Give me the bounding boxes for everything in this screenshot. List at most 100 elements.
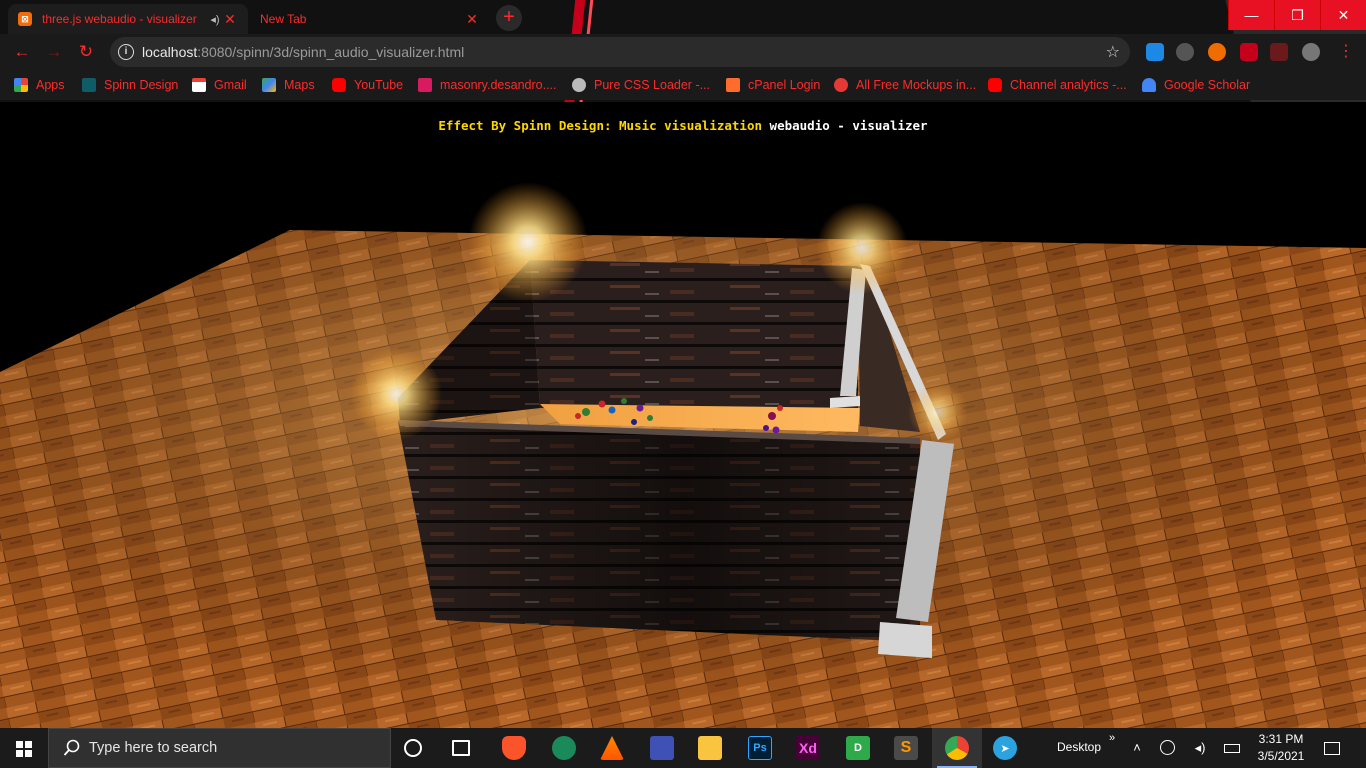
- site-info-icon[interactable]: i: [118, 44, 134, 60]
- masonry-icon: [418, 78, 432, 92]
- mockups-icon: [834, 78, 848, 92]
- bookmark-maps[interactable]: Maps: [262, 76, 315, 94]
- bookmark-label: Apps: [36, 78, 65, 92]
- url-host: localhost: [142, 44, 198, 60]
- network-globe-icon[interactable]: [1160, 740, 1175, 755]
- youtube-icon: [988, 78, 1002, 92]
- network-icon[interactable]: [650, 736, 674, 760]
- tab-new-tab[interactable]: New Tab ✕: [250, 4, 490, 34]
- taskbar-search-box[interactable]: Type here to search: [48, 728, 391, 768]
- pillar-base: [878, 622, 932, 658]
- volume-icon[interactable]: ◂): [1192, 740, 1208, 756]
- bookmark-label: Channel analytics -...: [1010, 78, 1127, 92]
- extension-icon[interactable]: [1146, 43, 1164, 61]
- reading-list-icon[interactable]: [1270, 43, 1288, 61]
- bookmark-star-icon[interactable]: ☆: [1106, 42, 1120, 62]
- desktop-toolbar[interactable]: Desktop: [1057, 740, 1101, 754]
- vlc-icon[interactable]: [600, 736, 624, 760]
- profile-avatar-icon[interactable]: [1302, 43, 1320, 61]
- restore-button[interactable]: ❐: [1274, 0, 1320, 30]
- puzzle-extensions-icon[interactable]: [1240, 43, 1258, 61]
- bookmark-label: Spinn Design: [104, 78, 179, 92]
- minimize-button[interactable]: —: [1228, 0, 1274, 30]
- search-placeholder: Type here to search: [89, 740, 218, 756]
- speaker-icon[interactable]: ◂): [208, 13, 222, 26]
- extension-icon[interactable]: [1176, 43, 1194, 61]
- clock-date: 3/5/2021: [1257, 749, 1305, 763]
- clock-time: 3:31 PM: [1258, 732, 1304, 746]
- clock[interactable]: 3:31 PM 3/5/2021: [1244, 731, 1318, 765]
- loader-icon: [572, 78, 586, 92]
- gmail-icon: [192, 78, 206, 92]
- cpanel-icon: [726, 78, 740, 92]
- xampp-favicon-icon: ⊠: [18, 12, 32, 26]
- search-icon: [63, 739, 80, 756]
- close-window-button[interactable]: ✕: [1320, 0, 1366, 30]
- bookmark-youtube[interactable]: YouTube: [332, 76, 403, 94]
- bookmark-label: Google Scholar: [1164, 78, 1251, 92]
- adobe-xd-icon[interactable]: Xd: [796, 736, 820, 760]
- screen: ⊠ three.js webaudio - visualizer ◂) ✕ Ne…: [0, 0, 1366, 768]
- scholar-icon: [1142, 78, 1156, 92]
- spinn-icon: [82, 78, 96, 92]
- windows-logo-icon: [16, 741, 32, 757]
- bookmark-cpanel[interactable]: cPanel Login: [726, 76, 820, 94]
- atom-icon[interactable]: [552, 736, 576, 760]
- battery-icon[interactable]: [1224, 744, 1240, 753]
- cortana-icon[interactable]: [404, 739, 422, 757]
- bookmark-masonry[interactable]: masonry.desandro....: [418, 76, 557, 94]
- tab-visualizer[interactable]: ⊠ three.js webaudio - visualizer ◂) ✕: [8, 4, 248, 34]
- webgl-canvas[interactable]: Effect By Spinn Design: Music visualizat…: [0, 102, 1366, 728]
- youtube-icon: [332, 78, 346, 92]
- bookmark-mockups[interactable]: All Free Mockups in...: [834, 76, 976, 94]
- bookmark-css-loader[interactable]: Pure CSS Loader -...: [572, 76, 710, 94]
- menu-dots-icon[interactable]: ⋮: [1336, 42, 1356, 62]
- chrome-icon[interactable]: [945, 736, 969, 760]
- url-path: :8080/spinn/3d/spinn_audio_visualizer.ht…: [197, 44, 465, 60]
- task-view-icon[interactable]: [452, 740, 470, 756]
- windows-taskbar: Type here to search Ps Xd D S ➤ Desktop …: [0, 728, 1366, 768]
- bookmark-label: All Free Mockups in...: [856, 78, 977, 92]
- bookmark-apps[interactable]: Apps: [14, 76, 65, 94]
- photoshop-icon[interactable]: Ps: [748, 736, 772, 760]
- duckduckgo-icon[interactable]: [1208, 43, 1226, 61]
- bookmarks-bar: Apps Spinn Design Gmail Maps YouTube mas…: [0, 70, 1366, 100]
- brave-icon[interactable]: [502, 736, 526, 760]
- back-wall: [530, 260, 858, 410]
- sublime-icon[interactable]: S: [894, 736, 918, 760]
- forward-arrow-icon[interactable]: →: [44, 42, 64, 62]
- caption-title: webaudio - visualizer: [769, 118, 928, 133]
- back-arrow-icon[interactable]: ←: [12, 42, 32, 62]
- browser-toolbar: ← → ↻ i localhost:8080/spinn/3d/spinn_au…: [0, 34, 1366, 70]
- browser-chrome: ⊠ three.js webaudio - visualizer ◂) ✕ Ne…: [0, 0, 1366, 102]
- bookmark-channel-analytics[interactable]: Channel analytics -...: [988, 76, 1127, 94]
- notifications-icon[interactable]: [1324, 742, 1340, 755]
- file-explorer-icon[interactable]: [698, 736, 722, 760]
- reload-icon[interactable]: ↻: [76, 42, 96, 62]
- url-text[interactable]: localhost:8080/spinn/3d/spinn_audio_visu…: [142, 44, 464, 60]
- address-bar[interactable]: i localhost:8080/spinn/3d/spinn_audio_vi…: [110, 37, 1130, 67]
- chevron-up-icon[interactable]: ˄: [1129, 740, 1145, 756]
- bookmark-label: YouTube: [354, 78, 404, 92]
- scene-caption: Effect By Spinn Design: Music visualizat…: [0, 118, 1366, 133]
- telegram-icon[interactable]: ➤: [993, 736, 1017, 760]
- bookmark-spinn-design[interactable]: Spinn Design: [82, 76, 178, 94]
- start-button[interactable]: [0, 728, 48, 768]
- close-tab-icon[interactable]: ✕: [222, 11, 238, 28]
- tab-title: three.js webaudio - visualizer: [42, 12, 197, 26]
- bookmark-google-scholar[interactable]: Google Scholar: [1142, 76, 1250, 94]
- maps-icon: [262, 78, 276, 92]
- tab-strip: ⊠ three.js webaudio - visualizer ◂) ✕ Ne…: [0, 0, 1366, 34]
- toolbar-expand-icon[interactable]: »: [1104, 730, 1120, 746]
- apps-grid-icon: [14, 78, 28, 92]
- bookmark-gmail[interactable]: Gmail: [192, 76, 247, 94]
- bookmark-label: Pure CSS Loader -...: [594, 78, 711, 92]
- new-tab-button[interactable]: +: [496, 5, 522, 31]
- caption-credit: Effect By Spinn Design: Music visualizat…: [438, 118, 763, 133]
- d-app-icon[interactable]: D: [846, 736, 870, 760]
- close-tab-icon[interactable]: ✕: [464, 11, 480, 28]
- scene-render: [0, 182, 1366, 728]
- bookmark-label: cPanel Login: [748, 78, 821, 92]
- bookmark-label: masonry.desandro....: [440, 78, 557, 92]
- bookmark-label: Maps: [284, 78, 315, 92]
